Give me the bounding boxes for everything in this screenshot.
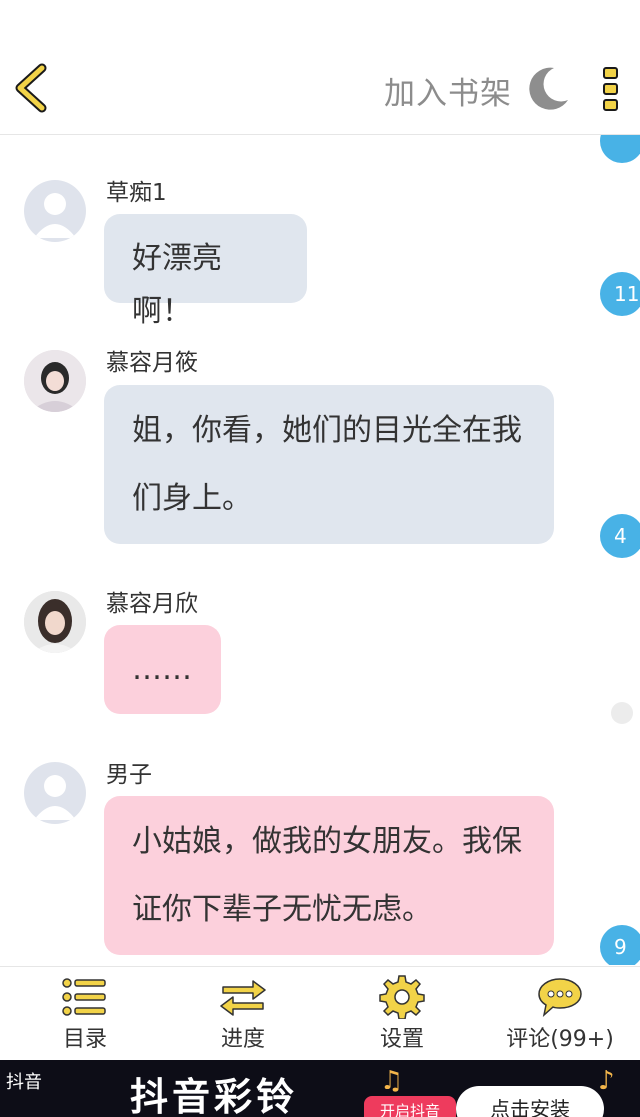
avatar[interactable] xyxy=(24,591,86,653)
list-icon xyxy=(62,978,106,1016)
comment-count-badge[interactable]: 9 xyxy=(600,925,640,965)
music-note-icon: ♫ xyxy=(380,1066,404,1096)
add-to-shelf-button[interactable]: 加入书架 xyxy=(384,68,512,113)
message-bubble[interactable]: …… xyxy=(104,625,221,714)
nav-settings[interactable]: 设置 xyxy=(322,967,482,1061)
nav-label: 评论(99+) xyxy=(506,1027,614,1052)
avatar[interactable] xyxy=(24,180,86,242)
sender-name: 男子 xyxy=(106,762,152,788)
ad-open-button[interactable]: 开启抖音 xyxy=(364,1096,456,1117)
nav-label: 目录 xyxy=(62,1027,107,1052)
avatar[interactable] xyxy=(24,350,86,412)
more-dots-icon[interactable] xyxy=(598,66,624,112)
nav-catalog[interactable]: 目录 xyxy=(5,967,165,1061)
ad-brand: 抖音 xyxy=(6,1072,42,1093)
message-bubble[interactable]: 小姑娘，做我的女朋友。我保证你下辈子无忧无虑。 xyxy=(104,796,554,955)
partial-badge xyxy=(600,135,640,163)
top-bar: 加入书架 xyxy=(0,0,640,135)
sender-name: 草痴1 xyxy=(106,180,167,206)
comment-count-badge[interactable]: 11 xyxy=(600,272,640,316)
message-bubble[interactable]: 姐，你看，她们的目光全在我们身上。 xyxy=(104,385,554,544)
nav-label: 设置 xyxy=(379,1027,424,1052)
back-chevron-icon[interactable] xyxy=(12,62,52,114)
chat-message-list[interactable]: 草痴1 好漂亮啊！ 11 慕容月筱 姐，你看，她们的目光全在我们身上。 4 慕容… xyxy=(0,135,640,965)
ad-banner[interactable]: 抖音 抖音彩铃 ♫ 开启抖音 点击安装 ♪ xyxy=(0,1060,640,1117)
sender-name: 慕容月筱 xyxy=(106,350,198,376)
message-bubble[interactable]: 好漂亮啊！ xyxy=(104,214,307,329)
moon-icon[interactable] xyxy=(524,64,572,112)
ad-title: 抖音彩铃 xyxy=(130,1075,299,1117)
nav-comments[interactable]: 评论(99+) xyxy=(480,967,640,1061)
ad-install-button[interactable]: 点击安装 xyxy=(456,1086,604,1117)
avatar[interactable] xyxy=(24,762,86,824)
nav-progress[interactable]: 进度 xyxy=(163,967,323,1061)
music-note-icon: ♪ xyxy=(598,1066,615,1096)
nav-label: 进度 xyxy=(220,1027,265,1052)
comment-dot[interactable] xyxy=(611,702,633,724)
comment-count-badge[interactable]: 4 xyxy=(600,514,640,558)
comment-bubble-icon xyxy=(538,978,582,1018)
gear-icon xyxy=(379,975,425,1019)
bottom-nav: 目录 进度 设置 评论(99+) xyxy=(0,966,640,1061)
sender-name: 慕容月欣 xyxy=(106,591,198,617)
swap-arrows-icon xyxy=(220,980,266,1016)
